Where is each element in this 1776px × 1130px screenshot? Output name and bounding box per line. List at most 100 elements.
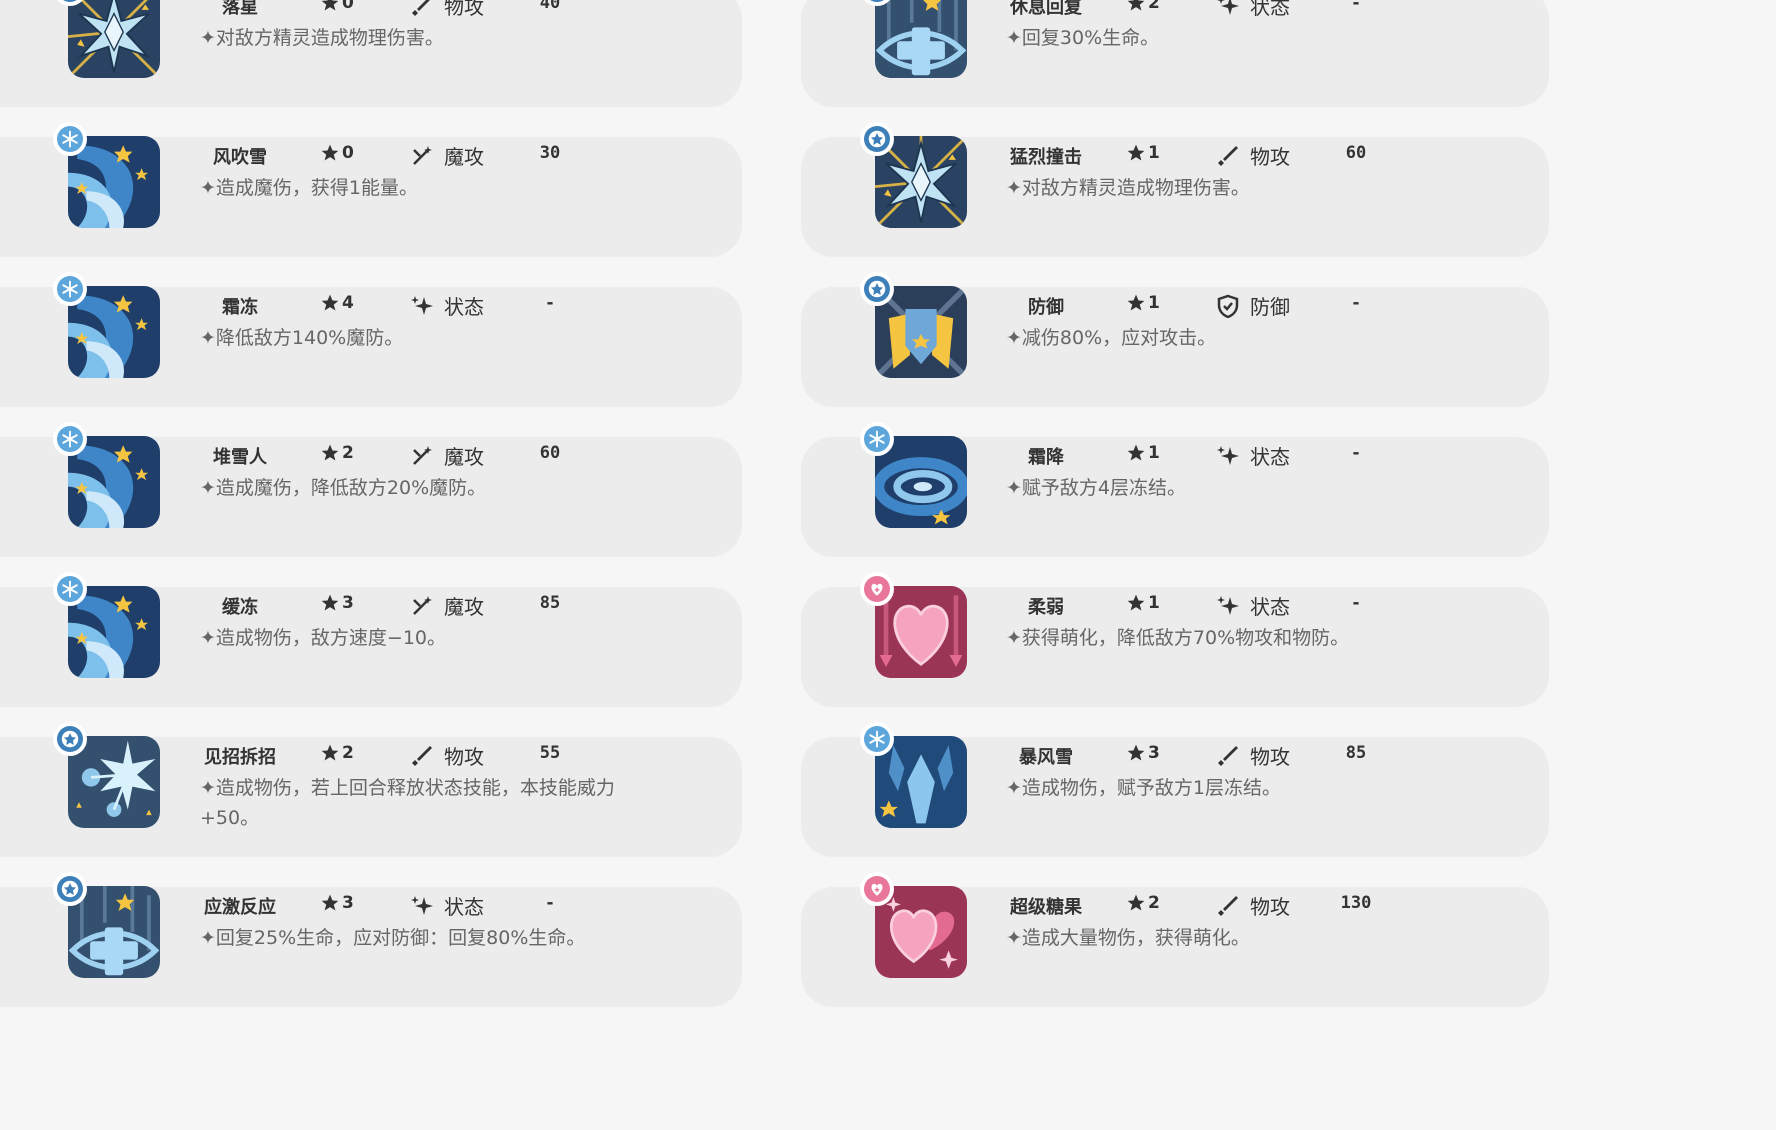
skill-cost-value: 0: [342, 0, 354, 13]
sword-icon: [412, 0, 430, 16]
skill-cost: 2: [320, 443, 354, 463]
skill-card[interactable]: 防御 1 防御 - ✦减伤80%，应对攻击。: [801, 272, 1549, 407]
skill-cost-value: 1: [1148, 593, 1160, 613]
skill-type-label: 状态: [1250, 595, 1290, 619]
skill-card[interactable]: 应激反应 3 状态 - ✦回复25%生命，应对防御：回复80%生命。: [0, 872, 742, 1007]
skill-cost-value: 2: [342, 743, 354, 763]
skill-cost: 3: [320, 593, 354, 613]
skill-type-label: 状态: [444, 295, 484, 319]
skill-type: 物攻: [410, 741, 484, 770]
snowflake-badge-icon: [53, 422, 87, 456]
sparkle-icon: [1218, 0, 1239, 15]
skill-type: 状态: [1216, 0, 1290, 20]
skill-type: 物攻: [410, 0, 484, 20]
skill-name: 超级糖果: [1010, 897, 1082, 918]
skill-cost-value: 1: [1148, 443, 1160, 463]
skill-power: 130: [1340, 893, 1372, 913]
skill-type-label: 物攻: [1250, 145, 1290, 169]
skill-name: 猛烈撞击: [1010, 147, 1082, 168]
skill-power: -: [544, 293, 556, 313]
skill-type-label: 状态: [1250, 445, 1290, 469]
skill-description: ✦获得萌化，降低敌方70%物攻和物防。: [1006, 627, 1350, 649]
heal-cross-icon: [875, 0, 967, 78]
skill-type-label: 状态: [444, 895, 484, 919]
sword-icon: [1218, 895, 1238, 916]
energy-star-icon: [321, 144, 339, 161]
sparkle-icon: [1217, 595, 1239, 615]
skill-card[interactable]: 落星 0 物攻 40 ✦对敌方精灵造成物理伤害。: [0, 0, 742, 107]
skill-name: 堆雪人: [213, 447, 267, 468]
sparkle-icon: [411, 895, 433, 915]
energy-star-icon: [321, 0, 339, 11]
skill-card[interactable]: 暴风雪 3 物攻 85 ✦造成物伤，赋予敌方1层冻结。: [801, 722, 1549, 857]
energy-star-icon: [321, 594, 339, 611]
energy-star-icon: [1127, 744, 1145, 761]
skill-cost: 1: [1126, 143, 1160, 163]
skill-cost-value: 3: [1148, 743, 1160, 763]
skill-power: 85: [1345, 743, 1367, 763]
skill-power: 30: [539, 143, 561, 163]
skill-cost-value: 1: [1148, 143, 1160, 163]
skill-name: 应激反应: [204, 897, 276, 918]
energy-star-icon: [1127, 894, 1145, 911]
skill-description: ✦造成魔伤，降低敌方20%魔防。: [200, 477, 487, 499]
skill-name: 休息回复: [1010, 0, 1082, 18]
skill-description: ✦回复30%生命。: [1006, 27, 1160, 49]
skill-type-label: 魔攻: [444, 445, 484, 469]
skill-power: 85: [539, 593, 561, 613]
skill-cost: 1: [1126, 443, 1160, 463]
skill-power: -: [544, 893, 556, 913]
skill-name: 落星: [222, 0, 258, 18]
star-badge-icon: [860, 122, 894, 156]
skill-card[interactable]: 缓冻 3 魔攻 85 ✦造成物伤，敌方速度−10。: [0, 572, 742, 707]
skill-power: 55: [539, 743, 561, 763]
skill-type: 状态: [410, 891, 484, 920]
skill-card[interactable]: 休息回复 2 状态 - ✦回复30%生命。: [801, 0, 1549, 107]
skill-type-label: 物攻: [444, 745, 484, 769]
sparkle-icon: [411, 295, 433, 315]
skill-card[interactable]: 霜冻 4 状态 - ✦降低敌方140%魔防。: [0, 272, 742, 407]
skill-card[interactable]: 猛烈撞击 1 物攻 60 ✦对敌方精灵造成物理伤害。: [801, 122, 1549, 257]
skill-card[interactable]: 霜降 1 状态 - ✦赋予敌方4层冻结。: [801, 422, 1549, 557]
sword-icon: [1218, 145, 1238, 166]
magic-wand-icon: [413, 145, 432, 165]
skill-description: ✦造成魔伤，获得1能量。: [200, 177, 419, 199]
star-badge-icon: [53, 872, 87, 906]
skill-cost-value: 1: [1148, 293, 1160, 313]
energy-star-icon: [321, 894, 339, 911]
skill-cost-value: 2: [1148, 893, 1160, 913]
skill-type: 魔攻: [410, 141, 484, 170]
skill-type-label: 魔攻: [444, 145, 484, 169]
skill-name: 暴风雪: [1019, 747, 1073, 768]
skill-cost: 3: [1126, 743, 1160, 763]
skill-card[interactable]: 见招拆招 2 物攻 55 ✦造成物伤，若上回合释放状态技能，本技能威力+50。: [0, 722, 742, 857]
skill-card[interactable]: 柔弱 1 状态 - ✦获得萌化，降低敌方70%物攻和物防。: [801, 572, 1549, 707]
skill-description: ✦回复25%生命，应对防御：回复80%生命。: [200, 927, 586, 949]
skill-type-label: 防御: [1250, 295, 1290, 319]
skill-card[interactable]: 堆雪人 2 魔攻 60 ✦造成魔伤，降低敌方20%魔防。: [0, 422, 742, 557]
skill-type-label: 物攻: [1250, 895, 1290, 919]
skill-type: 魔攻: [410, 591, 484, 620]
snowflake-badge-icon: [860, 722, 894, 756]
skill-cost-value: 3: [342, 893, 354, 913]
skill-cost-value: 0: [342, 143, 354, 163]
skill-name: 缓冻: [222, 597, 258, 618]
skill-card[interactable]: 风吹雪 0 魔攻 30 ✦造成魔伤，获得1能量。: [0, 122, 742, 257]
star-badge-icon: [53, 722, 87, 756]
shatter-star-icon: [68, 0, 160, 78]
snowflake-badge-icon: [53, 272, 87, 306]
heart-badge-icon: [860, 872, 894, 906]
magic-wand-icon: [413, 445, 432, 465]
snowflake-badge-icon: [53, 572, 87, 606]
skill-cost: 2: [1126, 893, 1160, 913]
skill-description: ✦造成大量物伤，获得萌化。: [1006, 927, 1250, 949]
skill-type: 物攻: [1216, 141, 1290, 170]
skill-power: 60: [1345, 143, 1367, 163]
energy-star-icon: [1127, 594, 1145, 611]
skill-cost-value: 4: [342, 293, 354, 313]
skill-power: 60: [539, 443, 561, 463]
skill-card[interactable]: 超级糖果 2 物攻 130 ✦造成大量物伤，获得萌化。: [801, 872, 1549, 1007]
skill-cost-value: 3: [342, 593, 354, 613]
snowflake-badge-icon: [860, 422, 894, 456]
skill-power: -: [1350, 593, 1362, 613]
